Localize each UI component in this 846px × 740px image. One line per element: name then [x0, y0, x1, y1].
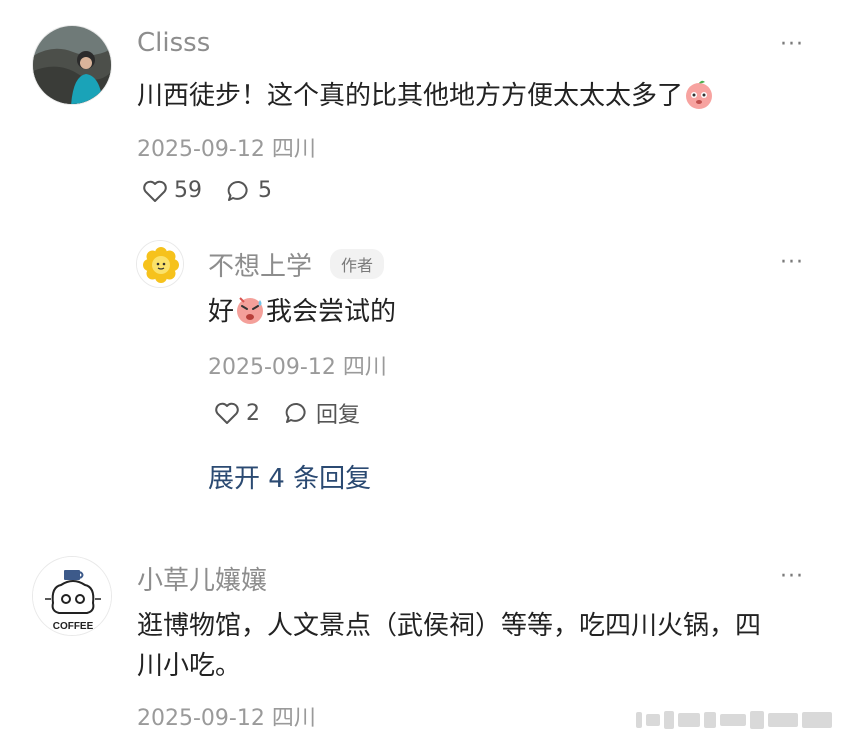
comment-bubble-icon [227, 180, 248, 201]
comment-date-location: 2025-09-12 四川 [137, 137, 316, 162]
avatar[interactable]: COFFEE [32, 556, 112, 636]
comment-text-content: 川西徒步！这个真的比其他地方方便太太太多了 [137, 81, 684, 111]
reply-text: 好 我会尝试的 [208, 292, 396, 338]
reply-date-location: 2025-09-12 四川 [208, 355, 387, 380]
comment-item: Clisss ··· 川西徒步！这个真的比其他地方方便太太太多了 2025-09… [0, 0, 846, 230]
username[interactable]: 不想上学 [208, 246, 312, 283]
reply-actions: 2 回复 [214, 397, 384, 429]
reply-text-before: 好 [208, 297, 235, 327]
reply-text-after: 我会尝试的 [266, 297, 397, 327]
watermark [636, 708, 836, 736]
comment-text-line2: 川小吃。 [137, 651, 242, 681]
expand-replies-link[interactable]: 展开 4 条回复 [208, 458, 371, 495]
reply-item: 不想上学 作者 ··· 好 我会尝试的 2025-09-12 四川 2 回复 展… [0, 230, 846, 510]
avatar[interactable] [32, 25, 112, 105]
heart-outline-icon [143, 180, 167, 202]
username[interactable]: Clisss [137, 28, 210, 58]
more-dots-icon[interactable]: ··· [780, 32, 804, 57]
comment-actions: 59 5 [142, 178, 296, 203]
heart-outline-icon [215, 402, 239, 424]
comment-text: 川西徒步！这个真的比其他地方方便太太太多了 [137, 76, 715, 122]
reply-count-button[interactable]: 5 [226, 178, 272, 203]
comment-date-location: 2025-09-12 四川 [137, 706, 316, 731]
comment-bubble-icon [285, 402, 306, 423]
like-count: 59 [174, 178, 202, 203]
username[interactable]: 小草儿孃孃 [137, 560, 267, 597]
sweat-face-emoji [234, 294, 266, 338]
more-dots-icon[interactable]: ··· [780, 250, 804, 275]
like-button[interactable]: 59 [142, 178, 202, 203]
reply-button[interactable]: 回复 [284, 397, 360, 429]
more-dots-icon[interactable]: ··· [780, 564, 804, 589]
avatar[interactable] [136, 240, 184, 288]
avatar-coffee-text: COFFEE [53, 621, 94, 632]
peach-blush-emoji [683, 78, 715, 122]
reply-count: 5 [258, 178, 272, 203]
author-badge: 作者 [330, 249, 385, 279]
reply-label: 回复 [316, 403, 361, 428]
comment-text-line1: 逛博物馆，人文景点（武侯祠）等等，吃四川火锅，四 [137, 611, 762, 641]
like-button[interactable]: 2 [214, 401, 260, 426]
like-count: 2 [246, 400, 260, 426]
